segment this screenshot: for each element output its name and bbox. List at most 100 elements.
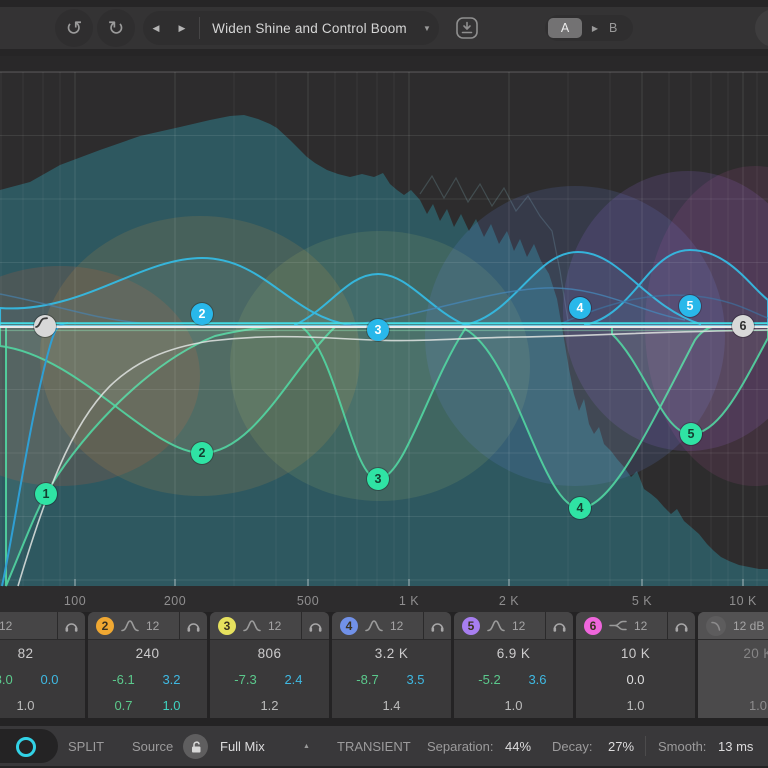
band-q-value[interactable]: 1.0 bbox=[622, 698, 650, 713]
divider bbox=[645, 736, 646, 756]
source-lock-button[interactable] bbox=[183, 734, 208, 759]
bell-filter-icon bbox=[121, 619, 139, 632]
freq-label-1k: 1 K bbox=[399, 594, 419, 608]
band4-header: 4 12 bbox=[332, 612, 451, 640]
ab-b-button[interactable]: B bbox=[609, 21, 617, 35]
band-cut-value[interactable]: -8.7 bbox=[354, 672, 382, 687]
band-frequency[interactable]: 10 K bbox=[576, 640, 695, 666]
preset-name[interactable]: Widen Shine and Control Boom bbox=[204, 21, 415, 36]
eq-node-top-3[interactable]: 3 bbox=[367, 319, 389, 341]
logo-icon bbox=[16, 737, 36, 757]
eq-node-bottom-1[interactable]: 1 bbox=[35, 483, 57, 505]
band-slope[interactable]: 12 bbox=[512, 619, 525, 633]
eq-node-6[interactable]: 6 bbox=[732, 315, 754, 337]
band2-header: 2 12 bbox=[88, 612, 207, 640]
band-number-badge[interactable]: 3 bbox=[218, 617, 236, 635]
decay-label: Decay: bbox=[552, 726, 592, 766]
band6-header: 6 12 bbox=[576, 612, 695, 640]
smooth-value[interactable]: 13 ms bbox=[718, 726, 753, 766]
chevron-up-icon[interactable]: ▲ bbox=[303, 726, 310, 766]
logo-pill[interactable] bbox=[0, 729, 58, 763]
undo-button[interactable]: ↺ bbox=[55, 9, 93, 47]
band-frequency[interactable]: 6.9 K bbox=[454, 640, 573, 666]
headphones-icon bbox=[674, 619, 689, 633]
band-boost-value[interactable]: 0.0 bbox=[36, 672, 64, 687]
band-cut-value[interactable]: -8.0 bbox=[0, 672, 16, 687]
band-boost-value[interactable]: 3.5 bbox=[402, 672, 430, 687]
band-cut-value[interactable]: -6.1 bbox=[110, 672, 138, 687]
redo-button[interactable]: ↻ bbox=[97, 9, 135, 47]
band2-solo-button[interactable] bbox=[179, 612, 207, 639]
band-frequency[interactable]: 806 bbox=[210, 640, 329, 666]
eq-node-bottom-5[interactable]: 5 bbox=[680, 423, 702, 445]
band-gain-value[interactable]: 0.0 bbox=[622, 672, 650, 687]
decay-value[interactable]: 27% bbox=[608, 726, 634, 766]
band3-solo-button[interactable] bbox=[301, 612, 329, 639]
band4-solo-button[interactable] bbox=[423, 612, 451, 639]
band-cut-value[interactable]: -5.2 bbox=[476, 672, 504, 687]
band-cut-value[interactable]: -7.3 bbox=[232, 672, 260, 687]
source-select[interactable]: Full Mix bbox=[220, 726, 265, 766]
save-icon bbox=[455, 16, 479, 40]
divider bbox=[199, 17, 200, 39]
ab-compare-group: A ▶ B bbox=[545, 15, 633, 41]
headphones-icon bbox=[308, 619, 323, 633]
eq-node-top-2[interactable]: 2 bbox=[191, 303, 213, 325]
split-toggle[interactable]: SPLIT bbox=[68, 726, 104, 766]
eq-node-bottom-4[interactable]: 4 bbox=[569, 497, 591, 519]
band-q-value-2[interactable]: 1.0 bbox=[158, 698, 186, 713]
band-number-badge[interactable]: 6 bbox=[584, 617, 602, 635]
band-frequency[interactable]: 240 bbox=[88, 640, 207, 666]
lowpass-filter-icon[interactable] bbox=[706, 616, 726, 636]
band-number-badge[interactable]: 4 bbox=[340, 617, 358, 635]
band-frequency[interactable]: 3.2 K bbox=[332, 640, 451, 666]
band-slope[interactable]: 12 bbox=[0, 619, 12, 633]
bell-filter-icon bbox=[487, 619, 505, 632]
band1-header: 12 bbox=[0, 612, 85, 640]
eq-spectrum-display[interactable]: 100 200 500 1 K 2 K 5 K 10 K 2 3 4 5 1 2… bbox=[0, 56, 768, 612]
redo-icon: ↻ bbox=[108, 16, 125, 41]
band6-solo-button[interactable] bbox=[667, 612, 695, 639]
band-q-value[interactable]: 0.7 bbox=[110, 698, 138, 713]
band-slope[interactable]: 12 dB bbox=[733, 619, 764, 633]
bell-filter-icon bbox=[365, 619, 383, 632]
band-q-value[interactable]: 1.0 bbox=[12, 698, 40, 713]
preset-selector: ◀ ▶ Widen Shine and Control Boom ▼ bbox=[143, 11, 439, 45]
band-slope[interactable]: 12 bbox=[146, 619, 159, 633]
save-preset-button[interactable] bbox=[452, 13, 482, 43]
band-frequency[interactable]: 82 bbox=[0, 640, 85, 666]
freq-label-2k: 2 K bbox=[499, 594, 519, 608]
band-boost-value[interactable]: 3.6 bbox=[524, 672, 552, 687]
eq-node-bottom-2[interactable]: 2 bbox=[191, 442, 213, 464]
band-frequency[interactable]: 20 K bbox=[698, 640, 768, 666]
band-number-badge[interactable]: 5 bbox=[462, 617, 480, 635]
band1-handle[interactable] bbox=[34, 315, 56, 337]
bell-filter-icon bbox=[243, 619, 261, 632]
eq-node-bottom-3[interactable]: 3 bbox=[367, 468, 389, 490]
eq-node-top-4[interactable]: 4 bbox=[569, 297, 591, 319]
next-preset-button[interactable]: ▶ bbox=[169, 23, 195, 34]
band1-solo-button[interactable] bbox=[57, 612, 85, 639]
band-number-badge[interactable]: 2 bbox=[96, 617, 114, 635]
band-slope[interactable]: 12 bbox=[390, 619, 403, 633]
band-strip-1: 12 82 -8.0 0.0 1.0 bbox=[0, 612, 85, 718]
freq-label-200: 200 bbox=[164, 594, 186, 608]
band-q-value[interactable]: 1.2 bbox=[256, 698, 284, 713]
top-toolbar: ↺ ↻ ◀ ▶ Widen Shine and Control Boom ▼ A… bbox=[0, 0, 768, 56]
ab-a-button[interactable]: A bbox=[548, 18, 582, 38]
eq-node-top-5[interactable]: 5 bbox=[679, 295, 701, 317]
band-q-value[interactable]: 1.4 bbox=[378, 698, 406, 713]
band5-solo-button[interactable] bbox=[545, 612, 573, 639]
band-boost-value[interactable]: 2.4 bbox=[280, 672, 308, 687]
ab-copy-icon[interactable]: ▶ bbox=[582, 24, 608, 33]
band-q-value[interactable]: 1.0 bbox=[744, 698, 768, 713]
band-strip-2: 2 12 240 -6.1 3.2 0.7 1.0 bbox=[88, 612, 207, 718]
chevron-down-icon[interactable]: ▼ bbox=[415, 24, 439, 33]
band-boost-value[interactable]: 3.2 bbox=[158, 672, 186, 687]
separation-value[interactable]: 44% bbox=[505, 726, 531, 766]
band-slope[interactable]: 12 bbox=[268, 619, 281, 633]
freq-label-5k: 5 K bbox=[632, 594, 652, 608]
previous-preset-button[interactable]: ◀ bbox=[143, 23, 169, 34]
band-slope[interactable]: 12 bbox=[634, 619, 647, 633]
band-q-value[interactable]: 1.0 bbox=[500, 698, 528, 713]
